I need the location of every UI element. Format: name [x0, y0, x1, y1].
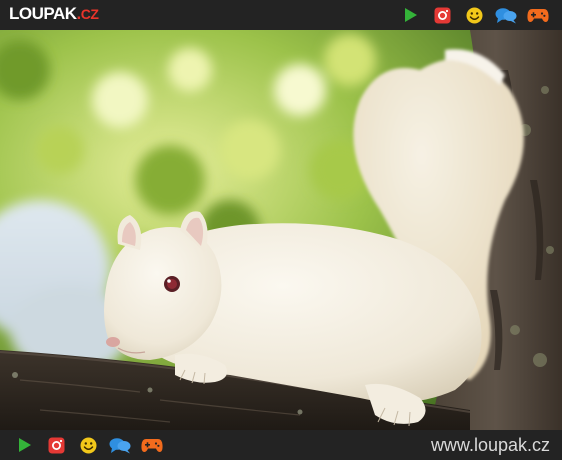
bottom-icon-nav: [8, 430, 168, 460]
play-icon[interactable]: [399, 4, 421, 26]
smiley-icon[interactable]: [77, 434, 99, 456]
gamepad-icon[interactable]: [141, 434, 163, 456]
bottom-bar: www.loupak.cz: [0, 430, 562, 460]
gamepad-icon[interactable]: [527, 4, 549, 26]
chat-bubbles-icon[interactable]: [495, 4, 517, 26]
instagram-icon[interactable]: [431, 4, 453, 26]
main-photo: [0, 30, 562, 430]
instagram-icon[interactable]: [45, 434, 67, 456]
smiley-icon[interactable]: [463, 4, 485, 26]
play-icon[interactable]: [13, 434, 35, 456]
top-icon-nav: [394, 0, 554, 30]
site-url[interactable]: www.loupak.cz: [431, 435, 550, 456]
albino-squirrel-photo: [0, 30, 562, 430]
logo-tld: CZ: [80, 6, 99, 22]
site-logo[interactable]: LOUPAK. CZ: [9, 4, 99, 26]
logo-text: LOUPAK: [9, 4, 77, 23]
top-bar: LOUPAK. CZ: [0, 0, 562, 30]
chat-bubbles-icon[interactable]: [109, 434, 131, 456]
